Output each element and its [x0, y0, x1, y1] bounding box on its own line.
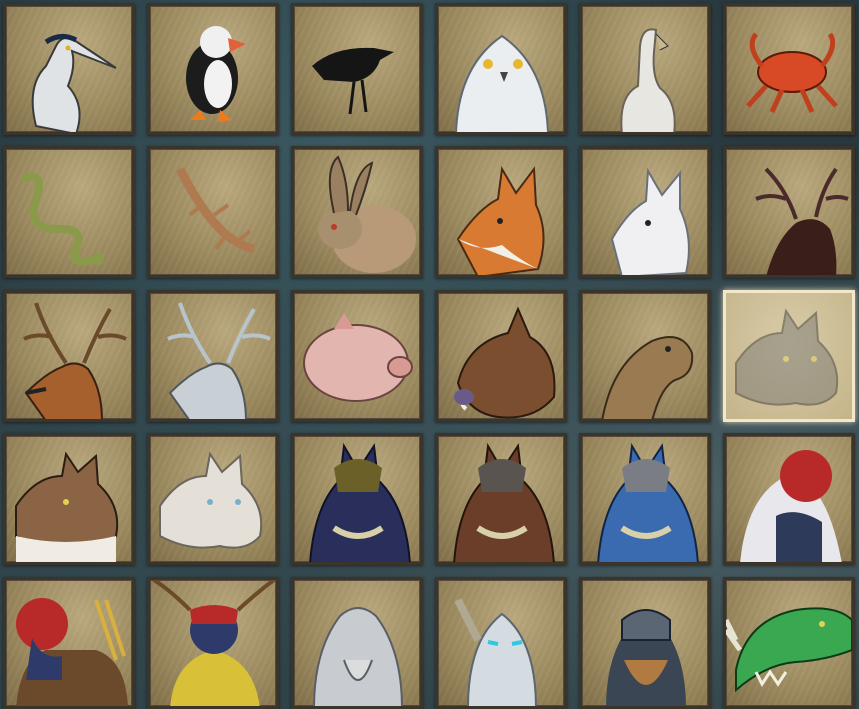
portrait-slot-bearded-warrior[interactable] [579, 577, 711, 709]
hare-portrait-icon [294, 149, 420, 275]
boar-portrait-icon [438, 293, 564, 419]
pig-portrait-icon [294, 293, 420, 419]
frost-elf-portrait-icon [438, 580, 564, 706]
portrait-slot-dark-elk[interactable] [723, 146, 855, 278]
antlered-troll-shaman-portrait-icon [150, 580, 276, 706]
portrait-slot-white-wolf[interactable] [147, 433, 279, 565]
portrait-slot-grey-wolf[interactable] [723, 290, 855, 422]
portrait-slot-green-dragon[interactable] [723, 577, 855, 709]
portrait-slot-heron[interactable] [3, 3, 135, 135]
portrait-slot-arctic-fox[interactable] [579, 146, 711, 278]
portrait-slot-red-fox[interactable] [435, 146, 567, 278]
brown-wolf-portrait-icon [6, 436, 132, 562]
stone-giant-portrait-icon [294, 580, 420, 706]
crab-portrait-icon [726, 6, 852, 132]
portrait-slot-stone-giant[interactable] [291, 577, 423, 709]
portrait-slot-crab[interactable] [723, 3, 855, 135]
snowy-owl-portrait-icon [438, 6, 564, 132]
portrait-grid [0, 0, 859, 709]
dark-elk-portrait-icon [726, 149, 852, 275]
portrait-slot-brown-werewolf[interactable] [435, 433, 567, 565]
snake-portrait-icon [6, 149, 132, 275]
portrait-slot-frost-elf[interactable] [435, 577, 567, 709]
portrait-slot-lizard[interactable] [147, 146, 279, 278]
portrait-slot-blue-werewolf[interactable] [579, 433, 711, 565]
red-fox-portrait-icon [438, 149, 564, 275]
portrait-slot-puffin[interactable] [147, 3, 279, 135]
portrait-slot-white-haired-troll[interactable] [723, 433, 855, 565]
portrait-slot-snake[interactable] [3, 146, 135, 278]
portrait-slot-masked-troll-archer[interactable] [3, 577, 135, 709]
portrait-slot-pig[interactable] [291, 290, 423, 422]
seal-portrait-icon [582, 293, 708, 419]
portrait-slot-dark-werewolf[interactable] [291, 433, 423, 565]
lizard-portrait-icon [150, 149, 276, 275]
portrait-slot-white-stag[interactable] [147, 290, 279, 422]
heron-portrait-icon [6, 6, 132, 132]
white-stag-portrait-icon [150, 293, 276, 419]
dark-werewolf-portrait-icon [294, 436, 420, 562]
blue-werewolf-portrait-icon [582, 436, 708, 562]
bearded-warrior-portrait-icon [582, 580, 708, 706]
red-deer-portrait-icon [6, 293, 132, 419]
portrait-slot-seal[interactable] [579, 290, 711, 422]
grey-wolf-portrait-icon [726, 293, 852, 419]
portrait-slot-boar[interactable] [435, 290, 567, 422]
white-wolf-portrait-icon [150, 436, 276, 562]
white-haired-troll-portrait-icon [726, 436, 852, 562]
portrait-slot-red-deer[interactable] [3, 290, 135, 422]
portrait-slot-vulture[interactable] [579, 3, 711, 135]
portrait-slot-brown-wolf[interactable] [3, 433, 135, 565]
portrait-slot-antlered-troll-shaman[interactable] [147, 577, 279, 709]
arctic-fox-portrait-icon [582, 149, 708, 275]
puffin-portrait-icon [150, 6, 276, 132]
masked-troll-archer-portrait-icon [6, 580, 132, 706]
green-dragon-portrait-icon [726, 580, 852, 706]
vulture-portrait-icon [582, 6, 708, 132]
brown-werewolf-portrait-icon [438, 436, 564, 562]
portrait-slot-crow[interactable] [291, 3, 423, 135]
portrait-slot-hare[interactable] [291, 146, 423, 278]
crow-portrait-icon [294, 6, 420, 132]
portrait-slot-snowy-owl[interactable] [435, 3, 567, 135]
